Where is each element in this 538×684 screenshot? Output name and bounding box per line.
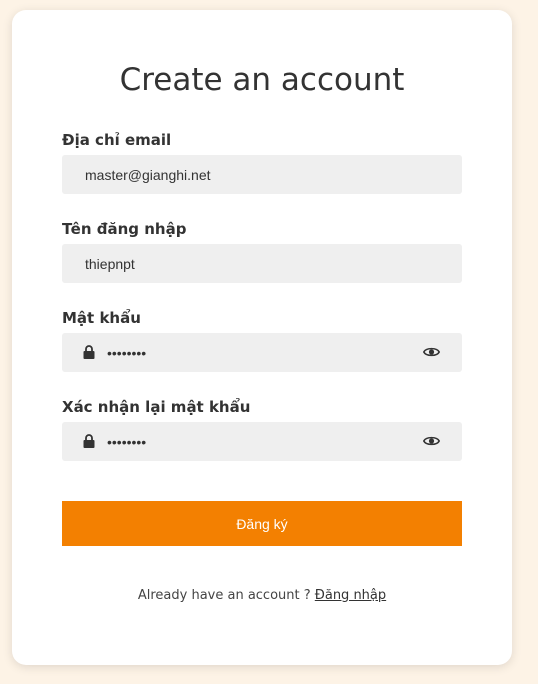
login-link[interactable]: Đăng nhập <box>315 588 386 603</box>
lock-icon <box>83 345 95 359</box>
email-field-box <box>62 155 462 194</box>
password-field-box <box>62 333 462 372</box>
confirm-password-field-box <box>62 422 462 461</box>
username-field[interactable] <box>85 244 415 283</box>
password-label: Mật khẩu <box>62 309 141 327</box>
password-field[interactable] <box>107 333 407 372</box>
page-title: Create an account <box>119 62 405 98</box>
confirm-password-label: Xác nhận lại mật khẩu <box>62 398 251 416</box>
username-field-box <box>62 244 462 283</box>
eye-icon[interactable] <box>423 434 440 448</box>
confirm-password-field[interactable] <box>107 422 407 461</box>
register-button[interactable]: Đăng ký <box>62 501 462 546</box>
register-card: Create an account Địa chỉ email Tên đăng… <box>12 10 512 665</box>
login-prompt-text: Already have an account ? <box>137 588 315 603</box>
eye-icon[interactable] <box>423 345 440 359</box>
email-field[interactable] <box>85 155 415 194</box>
username-label: Tên đăng nhập <box>62 220 187 238</box>
email-label: Địa chỉ email <box>62 131 172 149</box>
login-prompt: Already have an account ? Đăng nhập <box>12 587 512 605</box>
lock-icon <box>83 434 95 448</box>
